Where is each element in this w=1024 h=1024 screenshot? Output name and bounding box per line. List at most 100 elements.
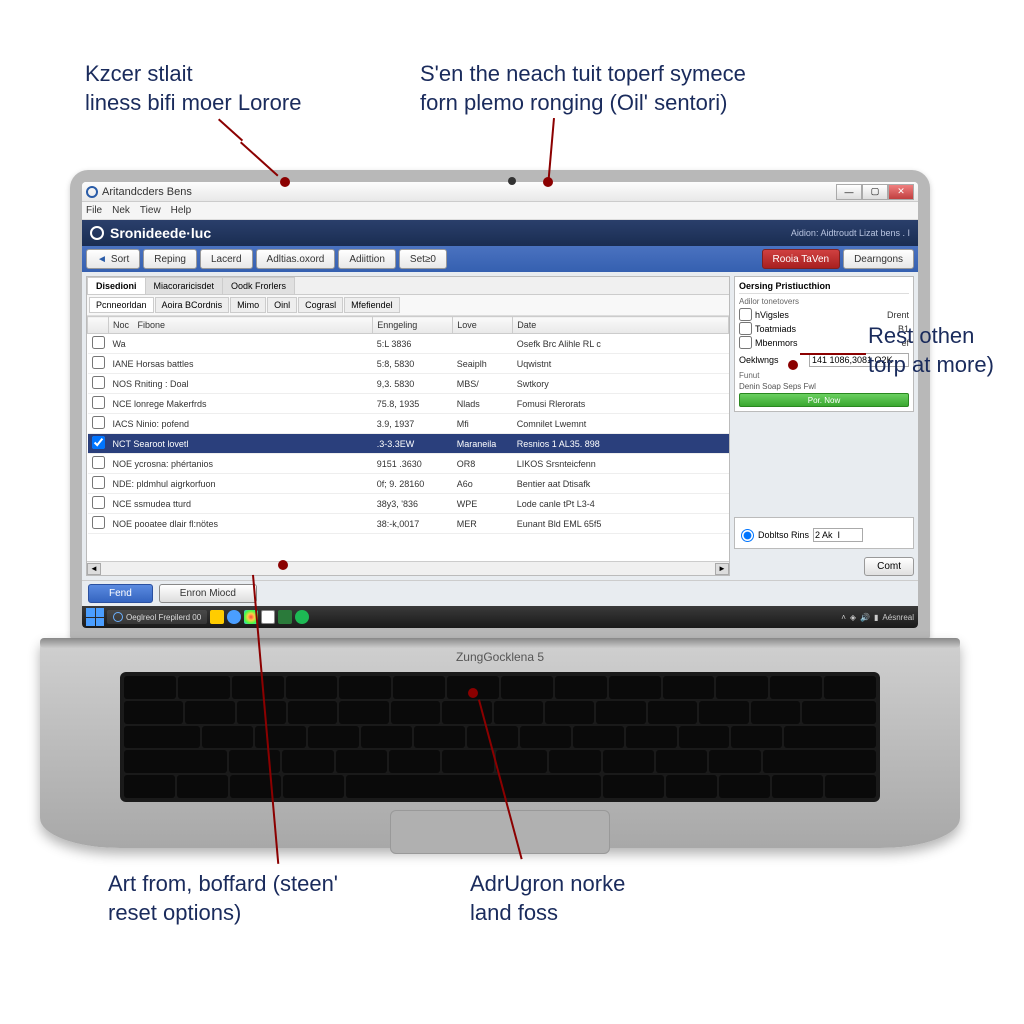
col-date[interactable]: Date xyxy=(513,317,729,334)
laptop-base: ZungGocklena 5 xyxy=(40,638,960,848)
col-enngeling[interactable]: Enngeling xyxy=(373,317,453,334)
menubar: File Nek Tiew Help xyxy=(82,202,918,220)
row-checkbox[interactable] xyxy=(92,356,105,369)
minimize-button[interactable]: — xyxy=(836,184,862,200)
taskbar-icon[interactable] xyxy=(227,610,241,624)
cell-col4: Uqwistnt xyxy=(513,354,729,374)
taskbar-icon[interactable] xyxy=(278,610,292,624)
cell-name: NOS Rniting : Doal xyxy=(109,374,373,394)
col-noc[interactable]: Noc Fibone xyxy=(109,317,373,334)
radio-value-input[interactable] xyxy=(813,528,863,542)
row-checkbox[interactable] xyxy=(92,516,105,529)
system-tray: ˄ ◈ 🔊 ▮ Aésnreal xyxy=(841,613,914,622)
row-checkbox[interactable] xyxy=(92,376,105,389)
row-checkbox[interactable] xyxy=(92,416,105,429)
tab-disedioni[interactable]: Disedioni xyxy=(87,277,146,294)
menu-file[interactable]: File xyxy=(86,205,102,216)
cell-col4: Swtkory xyxy=(513,374,729,394)
subtab-pcnneorldan[interactable]: Pcnneorldan xyxy=(89,297,154,313)
row-checkbox[interactable] xyxy=(92,456,105,469)
laptop-trackpad xyxy=(390,810,610,854)
radio-dobltso[interactable] xyxy=(741,529,754,542)
table-row[interactable]: Wa5:L 3836Osefk Brc Alihle RL c xyxy=(88,334,729,354)
tray-battery-icon[interactable]: ▮ xyxy=(874,613,878,622)
tray-volume-icon[interactable]: 🔊 xyxy=(860,613,870,622)
toolbar-adltias-button[interactable]: Adltias.oxord xyxy=(256,249,336,269)
toolbar-sort-button[interactable]: ◄Sort xyxy=(86,249,140,269)
bottom-action-bar: Fend Enron Miocd xyxy=(82,580,918,606)
toolbar-set-button[interactable]: Set≥0 xyxy=(399,249,447,269)
annotation-mid-right: Rest othentorp at more) xyxy=(868,322,994,379)
table-row[interactable]: NOE pooatee dlair fl:nötes38:-k,0017MERE… xyxy=(88,514,729,534)
cell-col2: 38y3, '836 xyxy=(373,494,453,514)
application-window: Aritandcders Bens — ▢ ✕ File Nek Tiew He… xyxy=(82,182,918,628)
scroll-right-icon[interactable]: ► xyxy=(715,563,729,575)
menu-tiew[interactable]: Tiew xyxy=(140,205,161,216)
cell-col4: LIKOS Srsnteicfenn xyxy=(513,454,729,474)
scroll-left-icon[interactable]: ◄ xyxy=(87,563,101,575)
annotation-dot xyxy=(278,560,288,570)
menu-nek[interactable]: Nek xyxy=(112,205,130,216)
webcam xyxy=(508,177,516,185)
side-subtitle: Adilor tonetovers xyxy=(739,297,909,306)
toolbar-adiittion-button[interactable]: Adiittion xyxy=(338,249,396,269)
table-row[interactable]: IANE Horsas battles5:8, 5830SeaiplhUqwis… xyxy=(88,354,729,374)
side-box-radio: Dobltso Rins xyxy=(734,517,914,549)
taskbar-spotify-icon[interactable] xyxy=(295,610,309,624)
table-row[interactable]: NCE ssmudea tturd38y3, '836WPELode canle… xyxy=(88,494,729,514)
commit-button[interactable]: Comt xyxy=(864,557,914,576)
taskbar-icon[interactable] xyxy=(261,610,275,624)
row-checkbox[interactable] xyxy=(92,496,105,509)
cell-col4: Fomusi Rlerorats xyxy=(513,394,729,414)
cell-col4: Lode canle tPt L3-4 xyxy=(513,494,729,514)
checkbox-label: hVigsles xyxy=(755,310,884,320)
col-love[interactable]: Love xyxy=(453,317,513,334)
subtab-aoira[interactable]: Aoira BCordnis xyxy=(155,297,230,313)
tab-miacoraricisdet[interactable]: Miacoraricisdet xyxy=(145,277,224,294)
row-checkbox[interactable] xyxy=(92,436,105,449)
maximize-button[interactable]: ▢ xyxy=(862,184,888,200)
table-row[interactable]: NCT Searoot lovetl.3-3.3EWMaraneilaResni… xyxy=(88,434,729,454)
checkbox-hvigsles[interactable] xyxy=(739,308,752,321)
menu-help[interactable]: Help xyxy=(171,205,192,216)
windows-taskbar: Oeglreol Frepilerd 00 ˄ ◈ 🔊 ▮ Aésnreal xyxy=(82,606,918,628)
app-icon xyxy=(86,186,98,198)
radio-row: Dobltso Rins xyxy=(741,528,907,542)
window-controls: — ▢ ✕ xyxy=(836,184,914,200)
row-checkbox[interactable] xyxy=(92,336,105,349)
side-box-title: Oersing Pristiucthion xyxy=(739,281,909,294)
horizontal-scrollbar[interactable]: ◄ ► xyxy=(87,561,729,575)
checkbox-mbenmors[interactable] xyxy=(739,336,752,349)
enron-miocd-button[interactable]: Enron Miocd xyxy=(159,584,257,603)
tray-network-icon[interactable]: ◈ xyxy=(850,613,856,622)
laptop-hinge xyxy=(40,638,960,648)
close-button[interactable]: ✕ xyxy=(888,184,914,200)
table-row[interactable]: NOS Rniting : Doal9,3. 5830MBS/Swtkory xyxy=(88,374,729,394)
table-row[interactable]: NCE lonrege Makerfrds75.8, 1935NladsFomu… xyxy=(88,394,729,414)
tab-oodk-frorlers[interactable]: Oodk Frorlers xyxy=(222,277,295,294)
subtab-cograsl[interactable]: Cograsl xyxy=(298,297,343,313)
subtab-oinl[interactable]: Oinl xyxy=(267,297,297,313)
fend-button[interactable]: Fend xyxy=(88,584,153,603)
taskbar-icon[interactable] xyxy=(210,610,224,624)
table-row[interactable]: NDE: pldmhul aigrkorfuon0f; 9. 28160A6oB… xyxy=(88,474,729,494)
checkbox-toatmiads[interactable] xyxy=(739,322,752,335)
progress-label: Denin Soap Seps Fwl xyxy=(739,382,909,391)
tray-chevron-icon[interactable]: ˄ xyxy=(841,613,846,622)
toolbar-dearngons-button[interactable]: Dearngons xyxy=(843,249,914,269)
row-checkbox[interactable] xyxy=(92,476,105,489)
toolbar-rooia-button[interactable]: Rooia TaVen xyxy=(762,249,841,269)
taskbar-app-icon xyxy=(113,612,123,622)
start-button[interactable] xyxy=(86,608,104,626)
table-row[interactable]: IACS Ninio: pofend3.9, 1937MfiComnilet L… xyxy=(88,414,729,434)
table-row[interactable]: NOE ycrosna: phértanios9151 .3630OR8LIKO… xyxy=(88,454,729,474)
row-checkbox[interactable] xyxy=(92,396,105,409)
toolbar-lacerd-button[interactable]: Lacerd xyxy=(200,249,253,269)
subtab-mimo[interactable]: Mimo xyxy=(230,297,266,313)
cell-col3: Seaiplh xyxy=(453,354,513,374)
annotation-bottom-left: Art from, boffard (steen'reset options) xyxy=(108,870,338,927)
cell-col2: 5:8, 5830 xyxy=(373,354,453,374)
toolbar-reping-button[interactable]: Reping xyxy=(143,249,197,269)
taskbar-app-active[interactable]: Oeglreol Frepilerd 00 xyxy=(107,610,207,624)
subtab-mfefiendel[interactable]: Mfefiendel xyxy=(344,297,400,313)
